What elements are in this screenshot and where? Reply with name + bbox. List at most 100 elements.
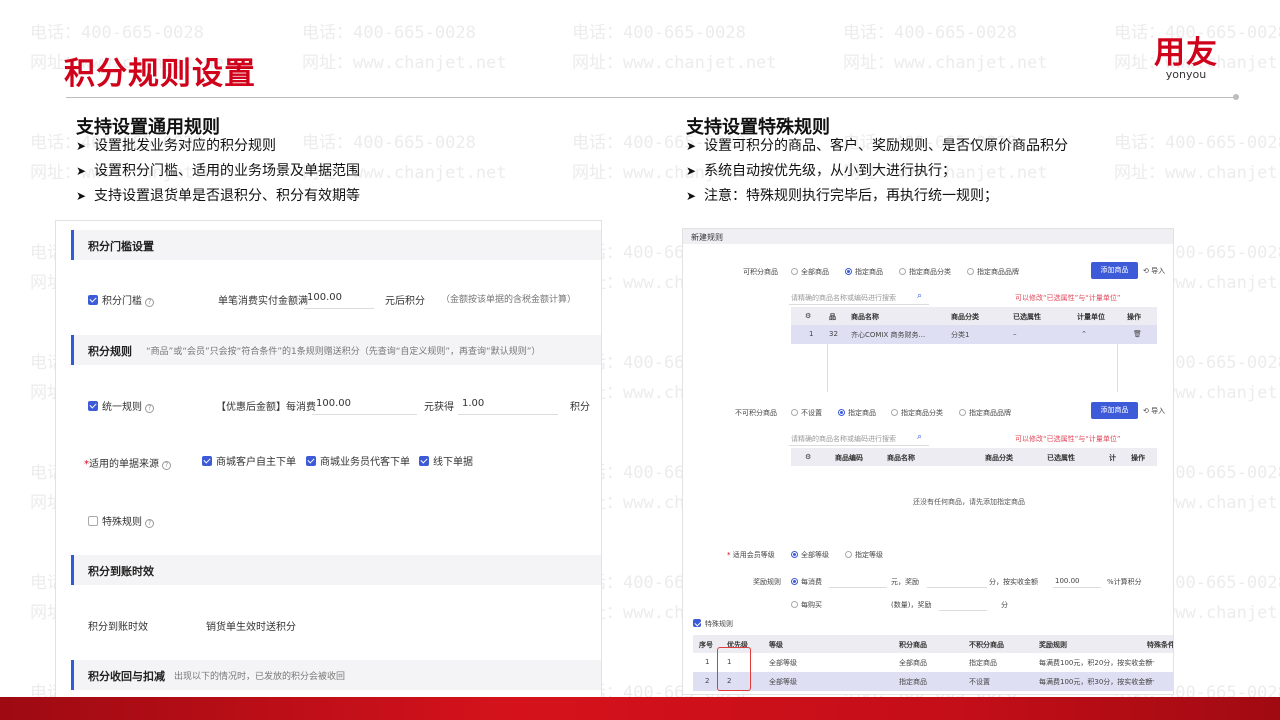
source-checkbox-mall-agent[interactable]: 商城业务员代客下单 bbox=[306, 453, 410, 468]
col-name: 商品名称 bbox=[887, 454, 915, 462]
allow-option-category[interactable]: 指定商品分类 bbox=[899, 267, 951, 277]
bullet-item: ➤ 系统自动按优先级，从小到大进行执行； bbox=[686, 159, 1068, 184]
reward-option-spend[interactable]: 每消费 bbox=[791, 577, 822, 587]
special-rule-checkbox[interactable]: 特殊规则? bbox=[88, 513, 154, 528]
col-level: 等级 bbox=[769, 641, 783, 649]
source-checkbox-mall-self[interactable]: 商城客户自主下单 bbox=[202, 453, 296, 468]
deny-import-button[interactable]: ⟲ 导入 bbox=[1143, 406, 1165, 416]
unified-mid-label: 元获得 bbox=[424, 402, 454, 413]
member-option-all[interactable]: 全部等级 bbox=[791, 550, 829, 560]
unit-dropdown-icon[interactable]: ⌃ bbox=[1081, 330, 1087, 338]
special-table-row[interactable]: 2 2 全部等级 指定商品 不设置 每满费100元，积30分，按实收金额 --- bbox=[693, 672, 1173, 691]
allow-option-goods[interactable]: 指定商品 bbox=[845, 267, 883, 277]
col-special: 特殊条件 bbox=[1147, 641, 1174, 649]
radio-selected-icon bbox=[838, 409, 845, 416]
recover-section-bar: 积分收回与扣减 出现以下的情况时，已发放的积分会被收回 bbox=[71, 660, 601, 690]
member-option-specific[interactable]: 指定等级 bbox=[845, 550, 883, 560]
threshold-label: 单笔消费实付金额满 bbox=[218, 296, 308, 307]
import-icon: ⟲ bbox=[1143, 407, 1149, 415]
bullet-item: ➤ 设置可积分的商品、客户、奖励规则、是否仅原价商品积分 bbox=[686, 134, 1068, 159]
help-icon: ? bbox=[162, 461, 171, 470]
search-icon[interactable]: ⌕ bbox=[917, 291, 922, 301]
deny-table-header: ⚙ 商品编码 商品名称 商品分类 已选属性 计 操作 bbox=[791, 448, 1157, 466]
checkbox-checked-icon bbox=[419, 456, 429, 466]
deny-option-goods[interactable]: 指定商品 bbox=[838, 408, 876, 418]
delete-icon[interactable]: 🗑 bbox=[1133, 330, 1142, 338]
deny-search-hint: 可以修改“已选属性”与“计量单位” bbox=[1015, 435, 1121, 443]
threshold-checkbox[interactable]: 积分门槛? bbox=[88, 292, 154, 307]
reward-text-1c: %计算积分 bbox=[1107, 578, 1142, 586]
allow-import-button[interactable]: ⟲ 导入 bbox=[1143, 266, 1165, 276]
arrival-select[interactable]: 销货单生效时送积分 bbox=[206, 618, 296, 633]
radio-icon bbox=[791, 409, 798, 416]
checkbox-checked-icon bbox=[88, 295, 98, 305]
reward-text-1b: 分，按实收金额 bbox=[989, 578, 1038, 586]
unified-rule-checkbox[interactable]: 统一规则? bbox=[88, 398, 154, 413]
arrival-label: 积分到账时效 bbox=[88, 622, 148, 633]
bullet-item: ➤ 支持设置退货单是否退积分、积分有效期等 bbox=[76, 184, 360, 209]
allow-add-goods-button[interactable]: 添加商品 bbox=[1091, 262, 1138, 279]
allow-search-hint: 可以修改“已选属性”与“计量单位” bbox=[1015, 294, 1121, 302]
deny-search-input[interactable]: 请精确的商品名称或编码进行搜索 bbox=[791, 434, 896, 444]
col-attr: 已选属性 bbox=[1047, 454, 1075, 462]
reward-option-buy[interactable]: 每购买 bbox=[791, 600, 822, 610]
new-rule-header: 新建规则 bbox=[683, 229, 1173, 244]
help-icon: ? bbox=[145, 404, 154, 413]
deny-option-category[interactable]: 指定商品分类 bbox=[891, 408, 943, 418]
special-table-row[interactable]: 1 1 全部等级 全部商品 指定商品 每满费100元，积20分，按实收金额 --… bbox=[693, 653, 1173, 672]
threshold-amount-input[interactable]: 100.00 bbox=[307, 292, 342, 303]
member-level-label: * 适用会员等级 bbox=[727, 551, 775, 559]
unified-amount-underline bbox=[312, 414, 417, 415]
source-checkbox-offline[interactable]: 线下单据 bbox=[419, 453, 473, 468]
deny-option-none[interactable]: 不设置 bbox=[791, 408, 822, 418]
priority-highlight-box bbox=[717, 647, 751, 691]
bullet-item: ➤ 设置积分门槛、适用的业务场景及单据范围 bbox=[76, 159, 360, 184]
new-rule-panel: 新建规则 可积分商品 全部商品 指定商品 指定商品分类 指定商品品牌 添加商品 … bbox=[682, 228, 1174, 695]
radio-icon bbox=[891, 409, 898, 416]
reward-percent-input[interactable]: 100.00 bbox=[1055, 577, 1080, 585]
threshold-section-title: 积分门槛设置 bbox=[88, 240, 154, 253]
threshold-hint: （金额按该单据的含税金额计算） bbox=[441, 295, 577, 305]
unified-unit-label: 积分 bbox=[570, 402, 590, 413]
threshold-section-bar: 积分门槛设置 bbox=[71, 230, 601, 260]
table-scroll-guide bbox=[1117, 344, 1118, 392]
threshold-suffix: 元后积分 bbox=[385, 296, 425, 307]
checkbox-unchecked-icon bbox=[88, 516, 98, 526]
arrow-icon: ➤ bbox=[76, 164, 87, 178]
reward-text-2a: (数量)，奖励 bbox=[891, 601, 932, 609]
spend-input-underline bbox=[829, 587, 887, 588]
special-table-header: 序号 优先级 等级 积分商品 不积分商品 奖励规则 特殊条件 bbox=[693, 635, 1174, 653]
deny-goods-label: 不可积分商品 bbox=[735, 409, 777, 417]
deny-option-brand[interactable]: 指定商品品牌 bbox=[959, 408, 1011, 418]
allow-search-underline bbox=[789, 304, 929, 305]
radio-selected-icon bbox=[791, 551, 798, 558]
deny-table-empty: 还没有任何商品，请先添加指定商品 bbox=[913, 498, 1025, 506]
reward-percent-underline bbox=[1053, 587, 1101, 588]
checkbox-checked-icon bbox=[88, 401, 98, 411]
arrow-icon: ➤ bbox=[686, 139, 697, 153]
buy-points-underline bbox=[939, 610, 987, 611]
search-icon[interactable]: ⌕ bbox=[917, 432, 922, 442]
radio-selected-icon bbox=[791, 578, 798, 585]
rule-section-title: 积分规则 bbox=[88, 345, 132, 358]
reward-rule-label: 奖励规则 bbox=[753, 578, 781, 586]
special-rules-bullets: ➤ 设置可积分的商品、客户、奖励规则、是否仅原价商品积分 ➤ 系统自动按优先级，从小… bbox=[686, 134, 1068, 209]
allow-table-row[interactable]: 1 32 齐心COMIX 商务财务... 分类1 – ⌃ 🗑 bbox=[791, 325, 1157, 344]
reward-points-underline bbox=[927, 587, 987, 588]
deny-search-underline bbox=[789, 445, 929, 446]
allow-search-input[interactable]: 请精确的商品名称或编码进行搜索 bbox=[791, 293, 896, 303]
allow-option-brand[interactable]: 指定商品品牌 bbox=[967, 267, 1019, 277]
special-rule-checkbox[interactable]: 特殊规则 bbox=[693, 619, 733, 629]
arrow-icon: ➤ bbox=[686, 164, 697, 178]
col-allow: 积分商品 bbox=[899, 641, 927, 649]
col-category: 商品分类 bbox=[951, 313, 979, 321]
allow-option-all[interactable]: 全部商品 bbox=[791, 267, 829, 277]
radio-icon bbox=[791, 601, 798, 608]
unified-points-input[interactable]: 1.00 bbox=[462, 398, 484, 409]
unified-amount-input[interactable]: 100.00 bbox=[316, 398, 351, 409]
arrival-section-title: 积分到账时效 bbox=[88, 565, 154, 578]
deny-add-goods-button[interactable]: 添加商品 bbox=[1091, 402, 1138, 419]
col-unit: 计 bbox=[1109, 454, 1116, 462]
col-actions: 操作 bbox=[1131, 454, 1145, 462]
bullet-item: ➤ 注意：特殊规则执行完毕后，再执行统一规则； bbox=[686, 184, 1068, 209]
